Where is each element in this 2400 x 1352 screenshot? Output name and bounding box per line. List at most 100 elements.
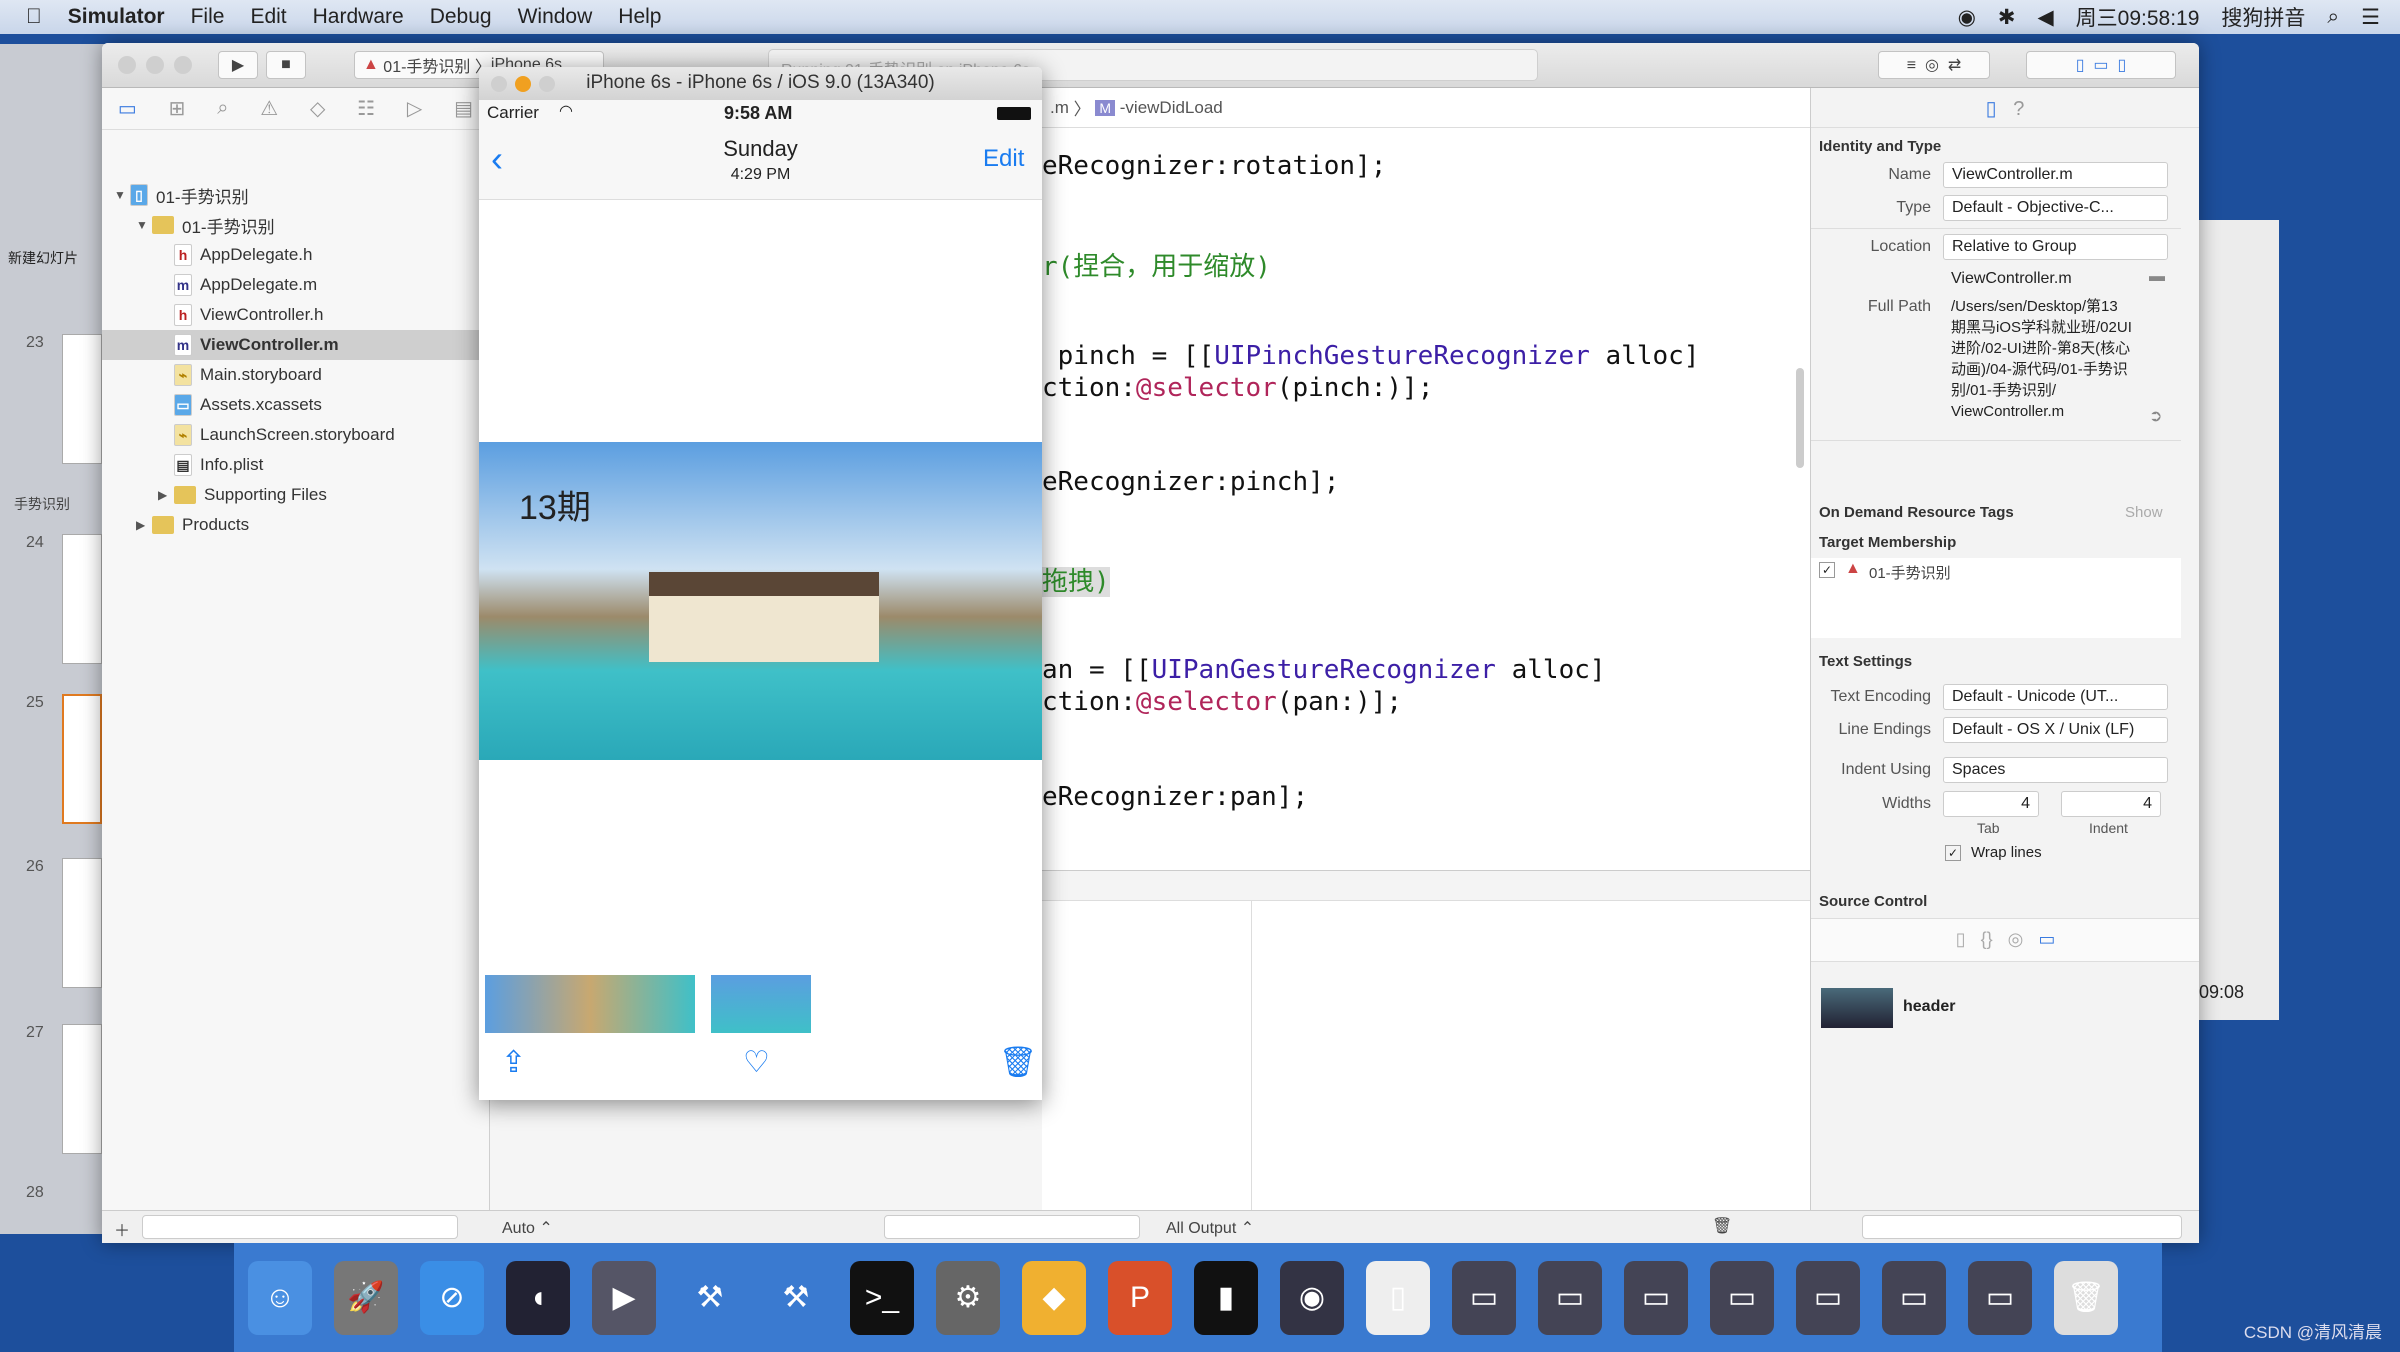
tab-width-field[interactable]: 4 [1943, 791, 2039, 817]
dock-finder-icon[interactable]: ☺ [248, 1260, 312, 1335]
close-button[interactable] [118, 56, 136, 74]
report-icon[interactable]: ▤ [454, 96, 473, 121]
wifi-icon[interactable]: ◉ [1958, 5, 1976, 30]
minimize-button[interactable] [146, 56, 164, 74]
tree-item[interactable]: h AppDelegate.h [102, 240, 490, 270]
dock-window-6-icon[interactable]: ▭ [1882, 1260, 1946, 1335]
dock-xcode-beta-icon[interactable]: ⚒ [764, 1260, 828, 1335]
photo-thumbnails[interactable] [485, 975, 695, 1033]
library-filter[interactable] [1862, 1215, 2182, 1239]
code-snippet-icon[interactable]: {} [1981, 929, 1993, 949]
warning-icon[interactable]: ⚠ [260, 96, 278, 121]
slide-thumb[interactable] [62, 1024, 102, 1154]
type-select[interactable]: Default - Objective-C... [1943, 195, 2168, 221]
menu-hardware[interactable]: Hardware [313, 5, 404, 29]
dock-preview-icon[interactable]: ▯ [1366, 1260, 1430, 1335]
menu-edit[interactable]: Edit [250, 5, 286, 29]
help-icon[interactable]: ? [2013, 98, 2024, 120]
file-template-icon[interactable]: ▯ [1956, 929, 1966, 949]
input-method[interactable]: 搜狗拼音 [2221, 2, 2305, 32]
dock-window-5-icon[interactable]: ▭ [1796, 1260, 1860, 1335]
hierarchy-icon[interactable]: ⊞ [169, 96, 186, 121]
navigator-filter[interactable] [142, 1215, 458, 1239]
add-icon[interactable]: ＋ [114, 1217, 130, 1241]
menu-help[interactable]: Help [618, 5, 661, 29]
disclosure-icon[interactable]: ▼ [114, 188, 130, 202]
jumpbar-method[interactable]: -viewDidLoad [1120, 98, 1223, 118]
dock-xcode-icon[interactable]: ⚒ [678, 1260, 742, 1335]
dock-powerpoint-icon[interactable]: P [1108, 1260, 1172, 1335]
source-editor[interactable]: .m 〉 M -viewDidLoad eRecognizer:rotation… [1042, 88, 1810, 870]
stop-button[interactable]: ■ [266, 51, 306, 79]
photo-thumbnail-current[interactable] [711, 975, 811, 1033]
menu-debug[interactable]: Debug [430, 5, 492, 29]
breakpoint-icon[interactable]: ▷ [407, 96, 422, 121]
slide-thumb[interactable] [62, 334, 102, 464]
heart-icon[interactable]: ♡ [743, 1045, 770, 1080]
slide-thumb[interactable] [62, 858, 102, 988]
media-icon[interactable]: ▭ [2038, 929, 2055, 949]
dock-terminal-icon[interactable]: >_ [850, 1260, 914, 1335]
encoding-select[interactable]: Default - Unicode (UT... [1943, 684, 2168, 710]
view-toggle-buttons[interactable]: ▯ ▭ ▯ [2026, 51, 2176, 79]
output-selector[interactable]: All Output ⌃ [1166, 1218, 1254, 1238]
dock-window-3-icon[interactable]: ▭ [1624, 1260, 1688, 1335]
slide-thumb[interactable] [62, 694, 102, 824]
zoom-button[interactable] [174, 56, 192, 74]
apple-icon[interactable]:  [26, 5, 42, 29]
share-icon[interactable]: ⇪ [501, 1045, 526, 1080]
editor-scrollbar[interactable] [1796, 368, 1804, 468]
tree-item[interactable]: h ViewController.h [102, 300, 490, 330]
dock-window-7-icon[interactable]: ▭ [1968, 1260, 2032, 1335]
disclosure-icon[interactable]: ▼ [136, 218, 152, 232]
target-checkbox[interactable]: ✓ [1819, 562, 1835, 578]
tree-item[interactable]: ▶ Supporting Files [102, 480, 490, 510]
folder-icon[interactable]: ▭ [118, 96, 137, 121]
wrap-checkbox[interactable]: ✓ [1945, 845, 1961, 861]
tree-item[interactable]: ⌁ LaunchScreen.storyboard [102, 420, 490, 450]
tree-item[interactable]: ▭ Assets.xcassets [102, 390, 490, 420]
clock[interactable]: 周三09:58:19 [2076, 2, 2200, 32]
variables-filter[interactable] [884, 1215, 1140, 1239]
tree-item[interactable]: ▶ Products [102, 510, 490, 540]
tree-item[interactable]: ▤ Info.plist [102, 450, 490, 480]
photo[interactable]: 13期 [479, 442, 1042, 760]
menu-window[interactable]: Window [518, 5, 593, 29]
tree-item[interactable]: ▼ 01-手势识别 [102, 210, 490, 240]
dock-system-preferences-icon[interactable]: ⚙ [936, 1260, 1000, 1335]
dock-quicktime-icon[interactable]: ◉ [1280, 1260, 1344, 1335]
dock-window-4-icon[interactable]: ▭ [1710, 1260, 1774, 1335]
location-select[interactable]: Relative to Group [1943, 234, 2168, 260]
auto-selector[interactable]: Auto ⌃ [502, 1218, 553, 1238]
dock-window-2-icon[interactable]: ▭ [1538, 1260, 1602, 1335]
jumpbar-file[interactable]: .m [1050, 98, 1069, 118]
edit-button[interactable]: Edit [983, 145, 1024, 173]
library-item-label[interactable]: header [1903, 998, 1955, 1016]
menu-app[interactable]: Simulator [68, 5, 165, 29]
indent-select[interactable]: Spaces [1943, 757, 2168, 783]
object-icon[interactable]: ◎ [2008, 929, 2024, 949]
name-field[interactable]: ViewController.m [1943, 162, 2168, 188]
volume-icon[interactable]: ◀ [2038, 5, 2054, 30]
endings-select[interactable]: Default - OS X / Unix (LF) [1943, 717, 2168, 743]
close-button[interactable] [491, 76, 507, 92]
search-icon[interactable]: ⌕ [217, 97, 228, 120]
odr-show-button[interactable]: Show [2125, 504, 2163, 521]
test-icon[interactable]: ◇ [310, 96, 325, 121]
file-icon[interactable]: ▯ [1986, 98, 1997, 120]
run-button[interactable]: ▶ [218, 51, 258, 79]
zoom-button[interactable] [539, 76, 555, 92]
dock-mouse-icon[interactable]: ◖ [506, 1260, 570, 1335]
tree-item[interactable]: ▼ ▯ 01-手势识别 [102, 180, 490, 210]
editor-mode-buttons[interactable]: ≡ ◎ ⇄ [1878, 51, 1990, 79]
slide-thumb[interactable] [62, 534, 102, 664]
folder-icon[interactable]: ▬ [2149, 268, 2165, 286]
disclosure-icon[interactable]: ▶ [136, 518, 152, 532]
search-icon[interactable]: ⌕ [2327, 5, 2339, 29]
dock-launchpad-icon[interactable]: 🚀 [334, 1260, 398, 1335]
tree-item[interactable]: ⌁ Main.storyboard [102, 360, 490, 390]
dock-sketch-icon[interactable]: ◆ [1022, 1260, 1086, 1335]
tree-item[interactable]: m ViewController.m [102, 330, 490, 360]
menu-file[interactable]: File [191, 5, 225, 29]
tree-item[interactable]: m AppDelegate.m [102, 270, 490, 300]
